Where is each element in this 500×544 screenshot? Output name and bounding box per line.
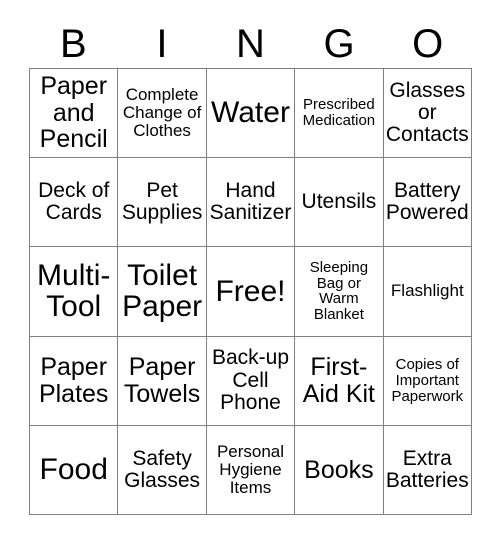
- bingo-cell-label: Copies of Important Paperwork: [391, 355, 464, 405]
- bingo-cell-label: Toilet Paper: [122, 258, 203, 324]
- bingo-cell-label: Extra Batteries: [385, 446, 469, 492]
- header-letter-g: G: [323, 22, 355, 66]
- bingo-cell-label: Food: [39, 452, 108, 486]
- bingo-cell-n1[interactable]: Water: [206, 69, 296, 159]
- bingo-cell-i5[interactable]: Safety Glasses: [118, 425, 207, 515]
- bingo-cell-label: Paper Towels: [123, 353, 201, 408]
- bingo-cell-o5[interactable]: Extra Batteries: [383, 425, 472, 515]
- bingo-cell-free[interactable]: Free!: [206, 247, 296, 337]
- bingo-card: B I N G O Paper and Pencil Complete Chan…: [0, 0, 500, 544]
- bingo-cell-label: Back-up Cell Phone: [211, 346, 290, 414]
- bingo-cell-label: Multi-Tool: [37, 258, 111, 324]
- bingo-cell-label: Pet Supplies: [121, 179, 203, 225]
- header-letter-o: O: [412, 22, 444, 66]
- bingo-cell-label: Deck of Cards: [38, 179, 110, 225]
- bingo-cell-label: Utensils: [301, 190, 377, 214]
- bingo-cell-n5[interactable]: Personal Hygiene Items: [206, 425, 296, 515]
- header-letter-i: I: [156, 22, 168, 66]
- bingo-cell-b1[interactable]: Paper and Pencil: [30, 69, 119, 159]
- bingo-cell-n4[interactable]: Back-up Cell Phone: [206, 336, 296, 426]
- bingo-cell-label: Paper Plates: [38, 353, 109, 408]
- bingo-cell-label: Prescribed Medication: [302, 96, 376, 130]
- bingo-cell-i2[interactable]: Pet Supplies: [118, 158, 207, 248]
- bingo-cell-g2[interactable]: Utensils: [295, 158, 384, 248]
- bingo-cell-b4[interactable]: Paper Plates: [30, 336, 119, 426]
- bingo-grid: Paper and Pencil Complete Change of Clot…: [29, 68, 472, 515]
- bingo-cell-label: Sleeping Bag or Warm Blanket: [309, 258, 369, 324]
- header-letter-n: N: [236, 22, 265, 66]
- bingo-cell-o2[interactable]: Battery Powered: [383, 158, 472, 248]
- bingo-cell-i1[interactable]: Complete Change of Clothes: [118, 69, 207, 159]
- bingo-header: B I N G O: [29, 20, 472, 68]
- bingo-cell-g1[interactable]: Prescribed Medication: [295, 69, 384, 159]
- bingo-cell-g5[interactable]: Books: [295, 425, 384, 515]
- bingo-cell-label: Personal Hygiene Items: [216, 441, 285, 497]
- bingo-cell-o3[interactable]: Flashlight: [383, 247, 472, 337]
- bingo-cell-o4[interactable]: Copies of Important Paperwork: [383, 336, 472, 426]
- bingo-free-space-label: Free!: [215, 274, 286, 308]
- bingo-cell-label: Complete Change of Clothes: [122, 85, 202, 141]
- bingo-cell-label: Hand Sanitizer: [209, 179, 292, 225]
- bingo-cell-label: Paper and Pencil: [39, 72, 108, 154]
- bingo-cell-label: Flashlight: [390, 281, 464, 301]
- bingo-cell-label: Books: [304, 455, 374, 484]
- bingo-cell-label: Battery Powered: [385, 179, 469, 225]
- bingo-cell-label: Safety Glasses: [124, 446, 201, 492]
- bingo-cell-b3[interactable]: Multi-Tool: [30, 247, 119, 337]
- bingo-cell-label: Glasses or Contacts: [385, 78, 469, 147]
- bingo-cell-o1[interactable]: Glasses or Contacts: [383, 69, 472, 159]
- bingo-cell-b2[interactable]: Deck of Cards: [30, 158, 119, 248]
- bingo-cell-i4[interactable]: Paper Towels: [118, 336, 207, 426]
- bingo-cell-label: First-Aid Kit: [302, 353, 376, 408]
- bingo-cell-b5[interactable]: Food: [30, 425, 119, 515]
- bingo-cell-label: Water: [211, 96, 290, 130]
- bingo-cell-i3[interactable]: Toilet Paper: [118, 247, 207, 337]
- bingo-cell-n2[interactable]: Hand Sanitizer: [206, 158, 296, 248]
- header-letter-b: B: [59, 22, 87, 66]
- bingo-cell-g4[interactable]: First-Aid Kit: [295, 336, 384, 426]
- bingo-cell-g3[interactable]: Sleeping Bag or Warm Blanket: [295, 247, 384, 337]
